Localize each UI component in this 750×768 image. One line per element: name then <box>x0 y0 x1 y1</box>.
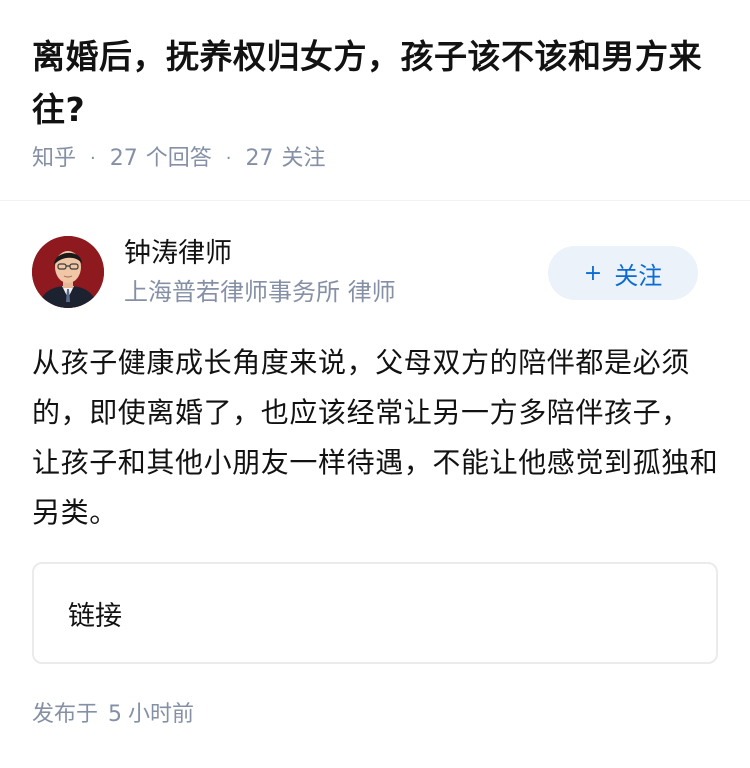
follower-count: 27 <box>245 146 274 171</box>
plus-icon: + <box>583 260 603 286</box>
follow-button[interactable]: + 关注 <box>548 246 698 300</box>
link-card[interactable]: 链接 <box>32 562 718 664</box>
question-meta: 知乎 · 27 个回答 · 27 关注 <box>32 144 722 174</box>
publish-suffix: 小时前 <box>128 702 195 727</box>
link-card-label: 链接 <box>68 600 122 632</box>
answer-count-label[interactable]: 个回答 <box>146 144 212 174</box>
answer-content: 从孩子健康成长角度来说，父母双方的陪伴都是必须的，即使离婚了，也应该经常让另一方… <box>32 346 719 529</box>
answer-page: 离婚后，抚养权归女方，孩子该不该和男方来往? 知乎 · 27 个回答 · 27 … <box>0 0 750 768</box>
answer-count: 27 <box>109 146 138 171</box>
follower-count-label: 关注 <box>281 146 326 171</box>
follow-button-label: 关注 <box>614 261 663 290</box>
publish-prefix: 发布于 <box>32 702 99 727</box>
section-divider <box>0 200 750 201</box>
meta-separator: · <box>90 148 96 169</box>
source-label[interactable]: 知乎 <box>32 144 76 174</box>
question-title[interactable]: 离婚后，抚养权归女方，孩子该不该和男方来往? <box>32 30 722 136</box>
publish-value: 5 <box>108 702 123 727</box>
author-name[interactable]: 钟涛律师 <box>124 236 232 272</box>
avatar[interactable] <box>32 236 104 308</box>
meta-separator: · <box>225 148 232 169</box>
question-header: 离婚后，抚养权归女方，孩子该不该和男方来往? 知乎 · 27 个回答 · 27 … <box>32 30 722 174</box>
author-row: 钟涛律师 上海普若律师事务所 律师 + 关注 <box>32 236 718 308</box>
publish-time: 发布于 5 小时前 <box>32 700 194 730</box>
author-headline: 上海普若律师事务所 律师 <box>124 278 396 306</box>
avatar-portrait-icon <box>32 236 104 308</box>
